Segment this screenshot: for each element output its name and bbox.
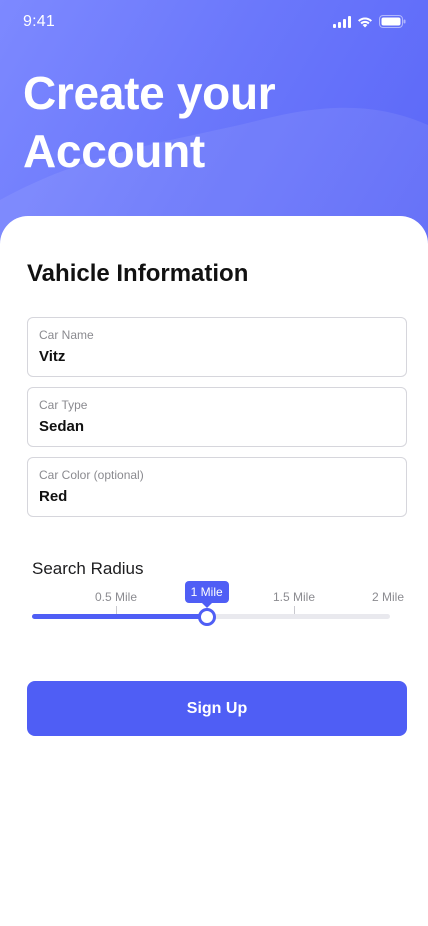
- page-title-line-1: Create your: [23, 67, 276, 119]
- slider-tick: [294, 606, 295, 614]
- tick-label-2-mile: 2 Mile: [371, 590, 405, 604]
- slider-tick: [116, 606, 117, 614]
- wifi-icon: [358, 17, 372, 27]
- page-title-line-2: Account: [23, 125, 205, 177]
- status-time: 9:41: [23, 13, 55, 30]
- status-icons: [333, 15, 406, 28]
- car-type-field[interactable]: Car Type Sedan: [27, 387, 407, 447]
- car-type-label: Car Type: [39, 398, 88, 412]
- tick-label-0-5-mile: 0.5 Mile: [94, 590, 138, 604]
- form-card: Vahicle Information Car Name Vitz Car Ty…: [0, 216, 428, 926]
- car-color-value[interactable]: Red: [39, 488, 67, 505]
- car-type-value[interactable]: Sedan: [39, 418, 84, 435]
- radius-value-bubble: 1 Mile: [184, 581, 229, 608]
- radius-slider-thumb[interactable]: [197, 608, 216, 626]
- car-color-field[interactable]: Car Color (optional) Red: [27, 457, 407, 517]
- battery-icon: [379, 15, 406, 28]
- signal-icon: [333, 15, 351, 28]
- sign-up-button[interactable]: Sign Up: [27, 681, 407, 736]
- page-title: Create your Account: [23, 64, 403, 180]
- car-color-label: Car Color (optional): [39, 468, 144, 482]
- status-bar: 9:41: [0, 0, 428, 44]
- search-radius-title: Search Radius: [32, 559, 144, 578]
- car-name-label: Car Name: [39, 328, 94, 342]
- car-name-value[interactable]: Vitz: [39, 348, 65, 365]
- car-name-field[interactable]: Car Name Vitz: [27, 317, 407, 377]
- section-title: Vahicle Information: [27, 260, 249, 287]
- tick-label-1-5-mile: 1.5 Mile: [272, 590, 316, 604]
- signup-screen: 9:41 Create your Account Vahicle Informa…: [0, 0, 428, 926]
- radius-slider-fill: [32, 614, 207, 619]
